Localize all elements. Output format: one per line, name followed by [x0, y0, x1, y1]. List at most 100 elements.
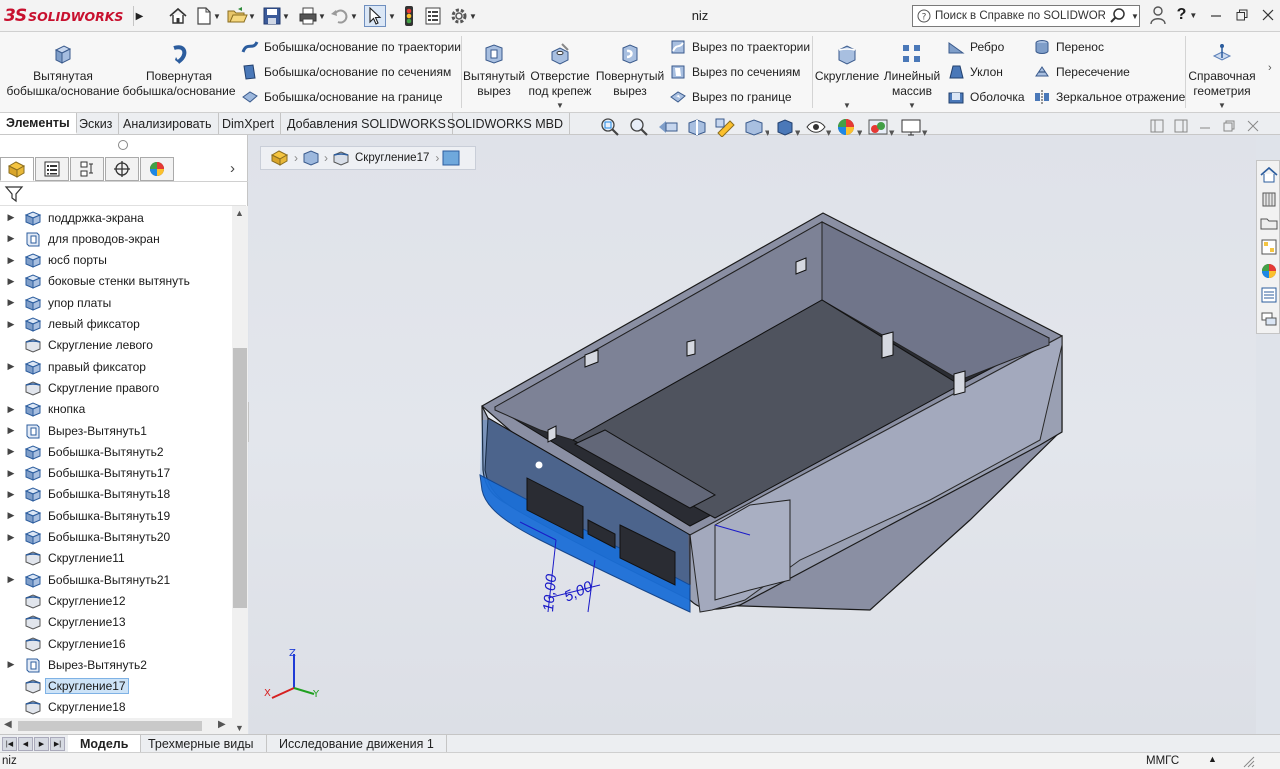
menu-expand-arrow[interactable]: ▶	[133, 6, 145, 26]
help-search-input[interactable]	[935, 10, 1105, 22]
appearances-tab[interactable]	[1259, 261, 1279, 281]
displaymanager-tab[interactable]	[140, 157, 174, 181]
tree-item[interactable]: Скругление11	[0, 548, 232, 569]
panel-pin[interactable]	[118, 140, 128, 150]
panel-scroll-right[interactable]: ›	[230, 160, 235, 177]
expand-arrow-icon[interactable]: ▶	[0, 446, 22, 457]
tree-item[interactable]: ▶ Бобышка-Вытянуть21	[0, 569, 232, 590]
tree-hscroll-thumb[interactable]	[18, 721, 202, 731]
featuremanager-tab[interactable]	[0, 157, 34, 181]
save-button[interactable]: ▼	[260, 5, 292, 27]
tree-item[interactable]: ▶ поддржка-экрана	[0, 207, 232, 228]
revolve-cut-button[interactable]: Повернутый вырез	[596, 40, 664, 99]
units-dropdown-arrow[interactable]: ▲	[1208, 754, 1217, 764]
expand-arrow-icon[interactable]: ▶	[0, 532, 22, 543]
previous-view-icon[interactable]	[656, 117, 680, 137]
tab-motion-study[interactable]: Исследование движения 1	[267, 735, 447, 753]
help-button[interactable]: ? ▼	[1172, 4, 1202, 26]
help-search-box[interactable]: ? ▼	[912, 5, 1140, 27]
expand-arrow-icon[interactable]: ▶	[0, 468, 22, 479]
revolve-boss-button[interactable]: Повернутая бобышка/основание	[122, 40, 236, 99]
file-properties-button[interactable]	[422, 5, 444, 27]
tab-solidworks-mbd[interactable]: SOLIDWORKS MBD	[441, 113, 570, 134]
expand-arrow-icon[interactable]: ▶	[0, 319, 22, 330]
viewport-close-icon[interactable]	[1246, 119, 1260, 133]
edit-appearance-icon[interactable]: ▼	[836, 117, 862, 137]
tree-item[interactable]: ▶ для проводов-экран	[0, 228, 232, 249]
display-style-icon[interactable]: ▼	[774, 117, 800, 137]
fillet-button[interactable]: Скругление ▼	[815, 40, 879, 110]
tab-dimxpert[interactable]: DimXpert	[216, 113, 282, 134]
boundary-cut-button[interactable]: Вырез по границе	[668, 86, 792, 108]
wrap-button[interactable]: Перенос	[1032, 36, 1104, 58]
tree-item[interactable]: Скругление17	[0, 676, 232, 697]
dynamic-annotation-icon[interactable]	[714, 117, 738, 137]
expand-arrow-icon[interactable]: ▶	[0, 255, 22, 266]
intersect-button[interactable]: Пересечение	[1032, 61, 1130, 83]
view-palette-tab[interactable]	[1259, 237, 1279, 257]
mirror-button[interactable]: Зеркальное отражение	[1032, 86, 1185, 108]
tree-item[interactable]: ▶ правый фиксатор	[0, 356, 232, 377]
tree-item[interactable]: ▶ кнопка	[0, 399, 232, 420]
draft-button[interactable]: Уклон	[946, 61, 1003, 83]
expand-arrow-icon[interactable]: ▶	[0, 659, 22, 670]
tree-item[interactable]: Скругление13	[0, 612, 232, 633]
last-tab-button[interactable]: ▶|	[50, 737, 65, 751]
loft-cut-button[interactable]: Вырез по сечениям	[668, 61, 800, 83]
expand-arrow-icon[interactable]: ▶	[0, 212, 22, 223]
sweep-cut-button[interactable]: Вырез по траектории	[668, 36, 810, 58]
scroll-down-arrow[interactable]: ▼	[235, 723, 244, 733]
units-indicator[interactable]: ММГС	[1146, 755, 1179, 767]
scroll-up-arrow[interactable]: ▲	[235, 208, 244, 218]
split-vertical-icon[interactable]	[1150, 119, 1164, 133]
expand-arrow-icon[interactable]: ▶	[0, 297, 22, 308]
tree-item[interactable]: Скругление левого	[0, 335, 232, 356]
hide-show-items-icon[interactable]: ▼	[805, 117, 831, 137]
file-explorer-tab[interactable]	[1259, 213, 1279, 233]
home-button[interactable]	[166, 5, 190, 27]
tree-item[interactable]: ▶ юсб порты	[0, 250, 232, 271]
3d-model-view[interactable]: 10,00 5,00 Z X Y	[249, 135, 1256, 734]
enclosure-model[interactable]	[479, 212, 1063, 613]
expand-arrow-icon[interactable]: ▶	[0, 233, 22, 244]
tree-item[interactable]: ▶ Вырез-Вытянуть2	[0, 654, 232, 675]
tab-features[interactable]: Элементы	[0, 113, 77, 134]
shell-button[interactable]: Оболочка	[946, 86, 1025, 108]
dimension-5[interactable]: 5,00	[562, 578, 596, 606]
dimxpertmanager-tab[interactable]	[105, 157, 139, 181]
extrude-cut-button[interactable]: Вытянутый вырез	[463, 40, 525, 99]
command-manager-scroll-right[interactable]: ›	[1268, 62, 1272, 74]
tab-solidworks-addins[interactable]: Добавления SOLIDWORKS	[281, 113, 453, 134]
expand-arrow-icon[interactable]: ▶	[0, 510, 22, 521]
next-tab-button[interactable]: ▶	[34, 737, 49, 751]
account-button[interactable]	[1146, 4, 1170, 26]
reference-geometry-button[interactable]: Справочная геометрия ▼	[1188, 40, 1256, 110]
boundary-boss-button[interactable]: Бобышка/основание на границе	[240, 86, 443, 108]
expand-arrow-icon[interactable]: ▶	[0, 404, 22, 415]
tree-item[interactable]: Скругление16	[0, 633, 232, 654]
tab-model[interactable]: Модель	[68, 735, 142, 753]
scroll-right-arrow[interactable]: ▶	[218, 719, 226, 730]
apply-scene-icon[interactable]: ▼	[867, 117, 895, 137]
tree-item[interactable]: ▶ Бобышка-Вытянуть17	[0, 463, 232, 484]
custom-properties-tab[interactable]	[1259, 285, 1279, 305]
zoom-to-fit-icon[interactable]	[598, 117, 622, 137]
viewport-minimize-icon[interactable]	[1198, 119, 1212, 133]
new-document-button[interactable]: ▼	[193, 5, 223, 27]
restore-button[interactable]	[1230, 4, 1254, 26]
solidworks-resources-tab[interactable]	[1259, 165, 1279, 185]
expand-arrow-icon[interactable]: ▶	[0, 276, 22, 287]
hole-wizard-button[interactable]: Отверстие под крепеж ▼	[527, 40, 593, 110]
solidworks-forum-tab[interactable]	[1259, 309, 1279, 329]
tree-item[interactable]: ▶ упор платы	[0, 292, 232, 313]
tree-item[interactable]: ▶ Вырез-Вытянуть1	[0, 420, 232, 441]
linear-pattern-button[interactable]: Линейный массив ▼	[882, 40, 942, 110]
design-library-tab[interactable]	[1259, 189, 1279, 209]
tab-evaluate[interactable]: Анализировать	[117, 113, 219, 134]
viewport-restore-icon[interactable]	[1222, 119, 1236, 133]
split-horizontal-icon[interactable]	[1174, 119, 1188, 133]
loft-boss-button[interactable]: Бобышка/основание по сечениям	[240, 61, 451, 83]
status-resize-grip[interactable]	[1240, 753, 1256, 769]
rebuild-button[interactable]	[400, 5, 418, 27]
tree-item[interactable]: Скругление12	[0, 590, 232, 611]
